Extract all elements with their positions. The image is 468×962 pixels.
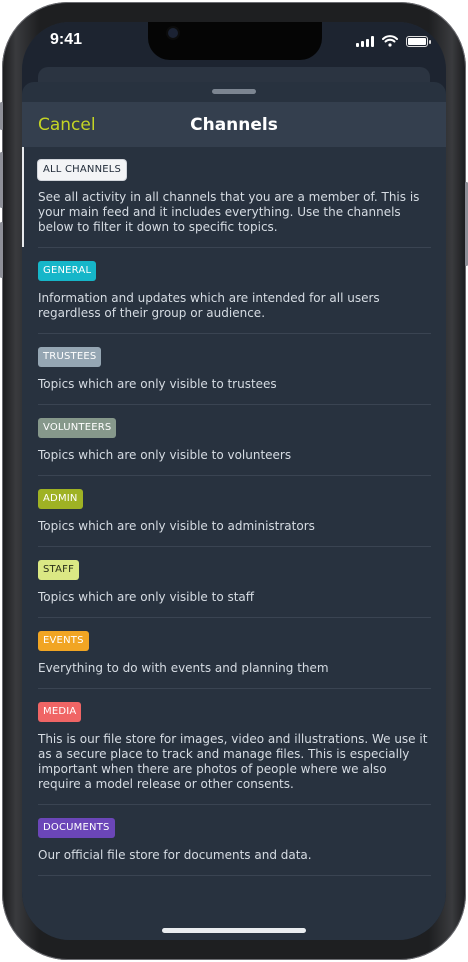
- channel-tag: MEDIA: [38, 702, 82, 722]
- side-button-left-3: [0, 222, 3, 278]
- status-time: 9:41: [50, 31, 83, 48]
- channel-description: Our official file store for documents an…: [38, 848, 312, 862]
- channel-item-all-channels[interactable]: ALL CHANNELS See all activity in all chan…: [22, 147, 431, 248]
- channel-tag: VOLUNTEERS: [38, 418, 117, 438]
- channel-tag: EVENTS: [38, 631, 89, 651]
- channel-tag: GENERAL: [38, 261, 97, 281]
- channel-item-documents[interactable]: DOCUMENTS Our official file store for doc…: [38, 805, 431, 876]
- status-bar: 9:41: [22, 22, 446, 66]
- channel-item-general[interactable]: GENERAL Information and updates which are…: [38, 248, 431, 334]
- channel-tag: STAFF: [38, 560, 80, 580]
- channel-item-media[interactable]: MEDIA This is our file store for images, …: [38, 689, 431, 805]
- channel-list: ALL CHANNELS See all activity in all chan…: [22, 147, 446, 876]
- channel-tag: ADMIN: [38, 489, 83, 509]
- channel-description: Topics which are only visible to trustee…: [38, 377, 277, 391]
- channel-description: Information and updates which are intend…: [38, 291, 380, 320]
- channel-description: See all activity in all channels that yo…: [38, 190, 420, 234]
- drag-handle[interactable]: [212, 89, 256, 94]
- side-button-left-2: [0, 152, 3, 208]
- wifi-icon: [382, 35, 398, 47]
- channel-item-trustees[interactable]: TRUSTEES Topics which are only visible to…: [38, 334, 431, 405]
- battery-icon: [406, 35, 431, 47]
- channel-item-events[interactable]: EVENTS Everything to do with events and p…: [38, 618, 431, 689]
- channel-tag: TRUSTEES: [38, 347, 102, 367]
- channel-description: This is our file store for images, video…: [38, 732, 428, 791]
- status-icons: [356, 35, 431, 47]
- screen: 9:41 Cancel Channels ALL CHANNELS See all…: [22, 22, 446, 940]
- channels-sheet: Cancel Channels ALL CHANNELS See all acti…: [22, 82, 446, 940]
- channel-description: Topics which are only visible to volunte…: [38, 448, 292, 462]
- page-title: Channels: [190, 115, 278, 135]
- channel-description: Topics which are only visible to staff: [38, 590, 255, 604]
- battery-level: [408, 37, 426, 45]
- channel-tag: ALL CHANNELS: [38, 160, 127, 180]
- channel-description: Everything to do with events and plannin…: [38, 661, 329, 675]
- home-indicator[interactable]: [162, 928, 306, 933]
- camera-icon: [168, 28, 178, 38]
- channel-item-staff[interactable]: STAFF Topics which are only visible to st…: [38, 547, 431, 618]
- notch: [148, 22, 322, 60]
- signal-icon: [356, 35, 374, 47]
- sheet-header: Cancel Channels: [22, 102, 446, 147]
- channel-item-volunteers[interactable]: VOLUNTEERS Topics which are only visible …: [38, 405, 431, 476]
- channel-item-admin[interactable]: ADMIN Topics which are only visible to ad…: [38, 476, 431, 547]
- side-button-left-1: [0, 102, 3, 130]
- channel-tag: DOCUMENTS: [38, 818, 115, 838]
- channel-description: Topics which are only visible to adminis…: [38, 519, 315, 533]
